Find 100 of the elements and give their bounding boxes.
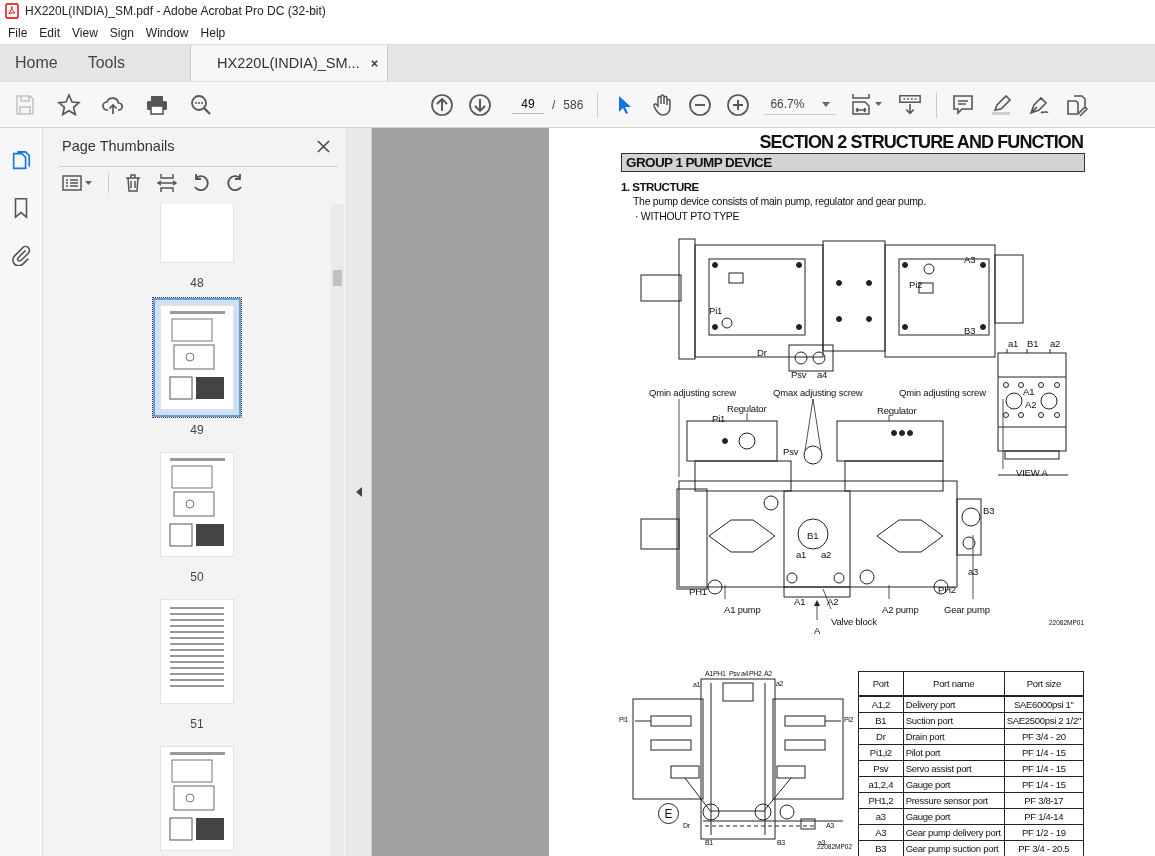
comment-icon[interactable]: [951, 92, 976, 117]
edit-document-icon[interactable]: [1065, 92, 1090, 117]
figure-label: Pi1: [712, 413, 726, 424]
table-cell: Pressure sensor port: [903, 792, 1005, 809]
figure-label: B1: [1027, 338, 1039, 349]
scrollbar-thumb[interactable]: [333, 270, 342, 286]
highlighter-icon[interactable]: [989, 92, 1014, 117]
figure-label: a4: [817, 369, 828, 380]
figure-label: Psv: [791, 369, 807, 380]
figure-label: a1: [1008, 338, 1019, 349]
figure-label: Qmin adjusting screw: [649, 387, 736, 398]
page-number: 51: [190, 717, 204, 731]
close-icon[interactable]: [317, 139, 330, 153]
zoom-dropdown[interactable]: 66.7%: [764, 94, 837, 115]
paragraph: The pump device consists of main pump, regulator and gear pump.: [633, 194, 927, 209]
window-title: HX220L(INDIA)_SM.pdf - Adobe Acrobat Pro DC (32-bit): [25, 4, 326, 18]
table-cell: PH1,2: [858, 792, 904, 809]
caret-icon[interactable]: [822, 101, 831, 107]
figure-label: Qmin adjusting screw: [899, 387, 986, 398]
figure-label: Gear pump: [944, 604, 990, 615]
figure-label: Valve block: [831, 616, 877, 627]
scroll-mode-icon[interactable]: [898, 92, 923, 117]
extract-pages-icon[interactable]: [157, 173, 177, 193]
figure-label: PH1: [689, 586, 707, 597]
heading: 1. STRUCTURE: [621, 180, 700, 194]
rotate-right-icon[interactable]: [225, 173, 245, 193]
rotate-left-icon[interactable]: [191, 173, 211, 193]
zoom-in-icon[interactable]: [726, 92, 751, 117]
options-icon[interactable]: [62, 173, 94, 193]
page-fit-icon[interactable]: [850, 92, 885, 117]
figure-label: B1: [807, 530, 819, 541]
figure-label: Pi2: [909, 279, 923, 290]
engine-symbol: E: [658, 803, 679, 824]
figure-label: Regulator: [877, 405, 917, 416]
page-thumbnails-icon[interactable]: [10, 150, 32, 172]
menu-item[interactable]: Help: [194, 26, 232, 40]
menu-item[interactable]: File: [2, 26, 34, 40]
figure-label: a3: [968, 566, 979, 577]
table-cell: Gauge port: [903, 776, 1005, 793]
tab[interactable]: HX220L(INDIA)_SM...: [190, 45, 388, 81]
figure-label: Dr: [757, 347, 767, 358]
figure-label: Pi1: [709, 305, 723, 316]
subheading: · WITHOUT PTO TYPE: [635, 209, 741, 223]
table-cell: a1,2,4: [858, 776, 904, 793]
figure-label: A1: [1023, 386, 1035, 397]
search-icon[interactable]: [189, 92, 213, 117]
figure-label: A3: [964, 254, 976, 265]
figure-label: VIEW A: [1016, 467, 1048, 478]
figure-label: A2: [1025, 399, 1037, 410]
table-cell: PF 1/4 - 15: [1004, 776, 1084, 793]
panel-title: Page Thumbnails: [62, 138, 175, 154]
close-icon[interactable]: [369, 58, 379, 68]
pdf-app-icon: [5, 3, 19, 19]
table-cell: B3: [858, 840, 904, 856]
table-cell: Suction port: [903, 712, 1005, 729]
figure-label: A: [814, 625, 821, 636]
column-header: Port: [858, 671, 904, 696]
table-cell: Pi1,i2: [858, 744, 904, 761]
column-header: Port name: [903, 671, 1005, 696]
table-cell: B1: [858, 712, 904, 729]
arrow-icon: [814, 600, 820, 621]
table-cell: PF 3/4 - 20: [1004, 728, 1084, 745]
arrow-up-icon[interactable]: [430, 92, 454, 117]
collapse-arrow-icon[interactable]: [356, 487, 362, 497]
trash-icon[interactable]: [123, 173, 143, 193]
figure-label: Psv: [783, 446, 799, 457]
thumbnail-frame[interactable]: [153, 298, 241, 417]
menu-item[interactable]: View: [66, 26, 104, 40]
table-cell: A1,2: [858, 696, 904, 713]
figure-label: Qmax adjusting screw: [773, 387, 863, 398]
table-cell: Servo assist port: [903, 760, 1005, 777]
arrow-down-icon[interactable]: [468, 92, 492, 117]
paperclip-icon[interactable]: [10, 244, 32, 266]
table-cell: a3: [858, 808, 904, 825]
table-cell: SAE2500psi 2 1/2": [1004, 712, 1084, 729]
page-number: 49: [190, 423, 204, 437]
table-cell: PF 1/2 - 19: [1004, 824, 1084, 841]
menu-item[interactable]: Edit: [33, 26, 67, 40]
table-cell: Gear pump suction port: [903, 840, 1005, 856]
table-cell: PF 1/4 - 15: [1004, 760, 1084, 777]
table-cell: Dr: [858, 728, 904, 745]
table-cell: PF 1/4 - 15: [1004, 744, 1084, 761]
star-icon[interactable]: [57, 92, 81, 117]
zoom-out-icon[interactable]: [688, 92, 713, 117]
table-cell: Psv: [858, 760, 904, 777]
table-cell: PF 3/8-17: [1004, 792, 1084, 809]
figure-label: a2: [1050, 338, 1061, 349]
figure-label: A1 pump: [724, 604, 761, 615]
figure-label: B3: [983, 505, 995, 516]
figure-label: A2: [827, 596, 839, 607]
menu-item[interactable]: Sign: [103, 26, 140, 40]
menu-item[interactable]: Window: [139, 26, 195, 40]
group-title: GROUP 1 PUMP DEVICE: [621, 153, 1085, 172]
table-cell: Delivery port: [903, 696, 1005, 713]
page-separator: /: [552, 97, 556, 112]
figure-label: a1: [796, 549, 807, 560]
page-number-field[interactable]: 49: [512, 95, 544, 114]
column-header: Port size: [1004, 671, 1084, 696]
table-cell: Gauge port: [903, 808, 1005, 825]
table-cell: SAE6000psi 1": [1004, 696, 1084, 713]
